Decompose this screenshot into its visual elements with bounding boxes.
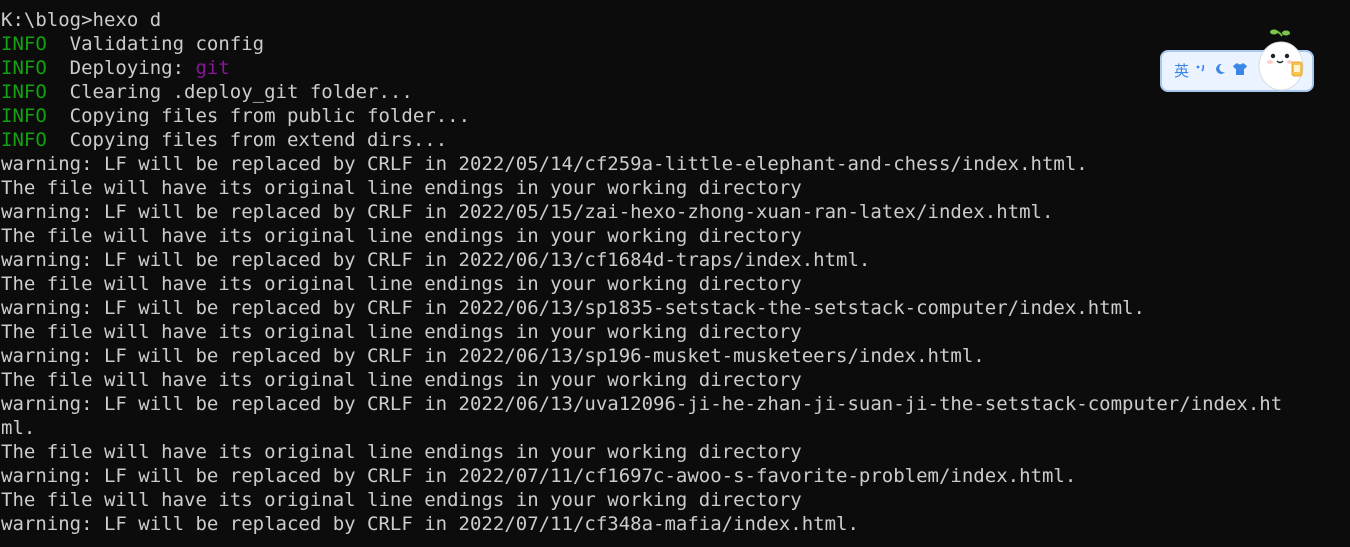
- output-line: ml.: [1, 416, 1350, 440]
- deploy-target: git: [195, 57, 230, 79]
- info-line: INFO Copying files from extend dirs...: [1, 128, 1350, 152]
- line-text: The file will have its original line end…: [1, 321, 802, 343]
- line-text: Validating config: [46, 33, 265, 55]
- ime-controls: 英: [1174, 60, 1248, 81]
- command-line: K:\blog>hexo d: [1, 8, 1350, 32]
- line-text: warning: LF will be replaced by CRLF in …: [1, 201, 1054, 223]
- output-line: warning: LF will be replaced by CRLF in …: [1, 392, 1350, 416]
- info-tag: INFO: [1, 105, 47, 127]
- line-text: The file will have its original line end…: [1, 441, 802, 463]
- line-text: warning: LF will be replaced by CRLF in …: [1, 513, 859, 535]
- info-tag: INFO: [1, 33, 47, 55]
- line-text: The file will have its original line end…: [1, 177, 802, 199]
- output-line: The file will have its original line end…: [1, 320, 1350, 344]
- output-line: warning: LF will be replaced by CRLF in …: [1, 512, 1350, 536]
- line-text: warning: LF will be replaced by CRLF in …: [1, 153, 1088, 175]
- info-tag: INFO: [1, 129, 47, 151]
- line-text: Deploying:: [46, 57, 196, 79]
- ime-language-toggle[interactable]: 英: [1174, 60, 1189, 81]
- info-tag: INFO: [1, 57, 47, 79]
- line-text: The file will have its original line end…: [1, 273, 802, 295]
- punctuation-icon[interactable]: [1194, 62, 1208, 80]
- line-text: Clearing .deploy_git folder...: [46, 81, 413, 103]
- output-line: warning: LF will be replaced by CRLF in …: [1, 464, 1350, 488]
- line-text: warning: LF will be replaced by CRLF in …: [1, 345, 985, 367]
- info-line: INFO Copying files from public folder...: [1, 104, 1350, 128]
- output-line: The file will have its original line end…: [1, 224, 1350, 248]
- line-text: warning: LF will be replaced by CRLF in …: [1, 297, 1145, 319]
- line-text: warning: LF will be replaced by CRLF in …: [1, 249, 871, 271]
- info-tag: INFO: [1, 81, 47, 103]
- info-line: INFO Clearing .deploy_git folder...: [1, 80, 1350, 104]
- output-line: warning: LF will be replaced by CRLF in …: [1, 152, 1350, 176]
- output-line: warning: LF will be replaced by CRLF in …: [1, 296, 1350, 320]
- output-line: The file will have its original line end…: [1, 488, 1350, 512]
- mascot-icon[interactable]: [1252, 28, 1310, 94]
- output-line: warning: LF will be replaced by CRLF in …: [1, 248, 1350, 272]
- info-line: INFO Validating config: [1, 32, 1350, 56]
- shirt-icon[interactable]: [1232, 62, 1248, 80]
- ime-toolbar[interactable]: 英: [1160, 29, 1314, 92]
- info-line: INFO Deploying: git: [1, 56, 1350, 80]
- output-line: The file will have its original line end…: [1, 272, 1350, 296]
- line-text: Copying files from public folder...: [46, 105, 471, 127]
- line-text: warning: LF will be replaced by CRLF in …: [1, 393, 1283, 415]
- line-text: The file will have its original line end…: [1, 369, 802, 391]
- output-line: warning: LF will be replaced by CRLF in …: [1, 200, 1350, 224]
- output-line: The file will have its original line end…: [1, 368, 1350, 392]
- output-line: warning: LF will be replaced by CRLF in …: [1, 344, 1350, 368]
- output-line: The file will have its original line end…: [1, 440, 1350, 464]
- line-text: The file will have its original line end…: [1, 225, 802, 247]
- output-line: The file will have its original line end…: [1, 176, 1350, 200]
- line-text: ml.: [1, 417, 36, 439]
- moon-icon[interactable]: [1213, 62, 1227, 80]
- line-text: warning: LF will be replaced by CRLF in …: [1, 465, 1077, 487]
- line-text: Copying files from extend dirs...: [46, 129, 448, 151]
- line-text: K:\blog>hexo d: [1, 9, 162, 31]
- terminal-window[interactable]: K:\blog>hexo d INFO Validating config INFO…: [0, 0, 1350, 547]
- terminal-output: K:\blog>hexo d INFO Validating config INFO…: [1, 8, 1350, 536]
- line-text: The file will have its original line end…: [1, 489, 802, 511]
